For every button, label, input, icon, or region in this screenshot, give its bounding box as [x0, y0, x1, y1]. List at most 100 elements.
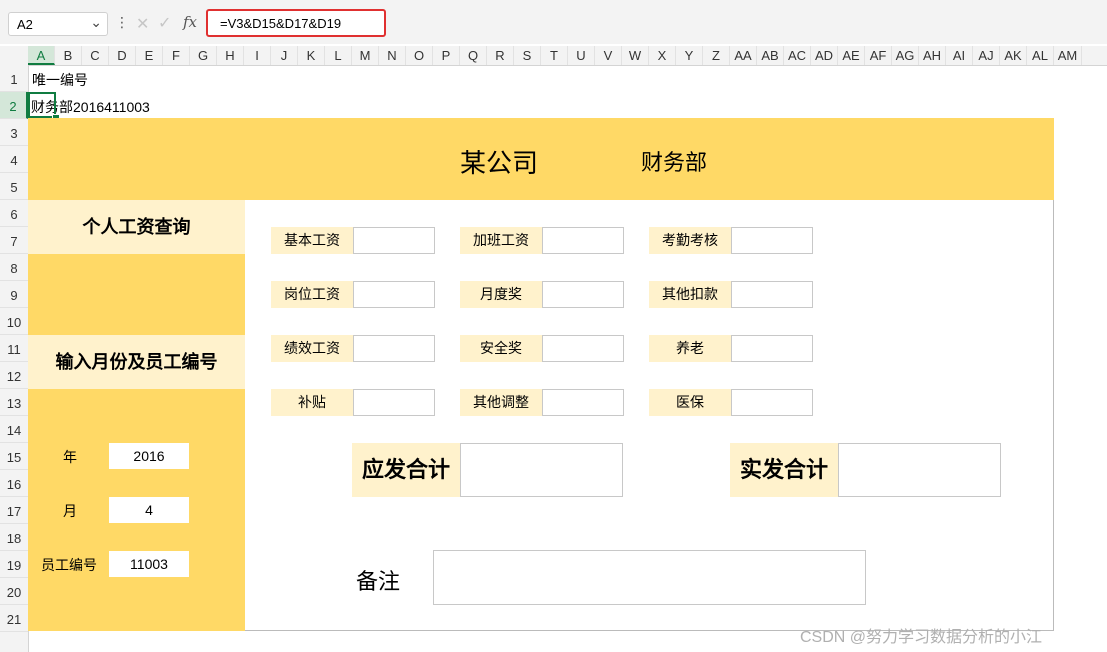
month-input[interactable]: 4	[109, 497, 189, 523]
row-header-14[interactable]: 14	[0, 416, 28, 443]
salary-item-label: 岗位工资	[271, 281, 353, 308]
remark-input[interactable]	[433, 550, 866, 605]
row-header-20[interactable]: 20	[0, 578, 28, 605]
row-header-16[interactable]: 16	[0, 470, 28, 497]
column-header-b[interactable]: B	[55, 46, 82, 65]
column-header-y[interactable]: Y	[676, 46, 703, 65]
column-header-ac[interactable]: AC	[784, 46, 811, 65]
column-header-q[interactable]: Q	[460, 46, 487, 65]
column-header-i[interactable]: I	[244, 46, 271, 65]
row-header-5[interactable]: 5	[0, 173, 28, 200]
column-header-r[interactable]: R	[487, 46, 514, 65]
column-header-d[interactable]: D	[109, 46, 136, 65]
row-header-3[interactable]: 3	[0, 119, 28, 146]
employee-id-input[interactable]: 11003	[109, 551, 189, 577]
year-input[interactable]: 2016	[109, 443, 189, 469]
chevron-down-icon[interactable]: ⌄	[90, 14, 102, 31]
year-label: 年	[63, 449, 77, 465]
row-header-15[interactable]: 15	[0, 443, 28, 470]
row-header-13[interactable]: 13	[0, 389, 28, 416]
insert-function-icon[interactable]: fx	[183, 13, 197, 31]
header-band	[28, 118, 1054, 200]
row-header-17[interactable]: 17	[0, 497, 28, 524]
column-header-u[interactable]: U	[568, 46, 595, 65]
row-header-6[interactable]: 6	[0, 200, 28, 227]
salary-item-label: 月度奖	[460, 281, 542, 308]
salary-item-value[interactable]	[731, 227, 813, 254]
watermark: CSDN @努力学习数据分析的小江	[800, 629, 1043, 646]
row-header-8[interactable]: 8	[0, 254, 28, 281]
row-header-9[interactable]: 9	[0, 281, 28, 308]
column-header-w[interactable]: W	[622, 46, 649, 65]
column-header-al[interactable]: AL	[1027, 46, 1054, 65]
column-header-s[interactable]: S	[514, 46, 541, 65]
row-header: 1 2 3 4 5 6 7 8 9 10 11 12 13 14 15 16 17 18 19 20 21	[0, 65, 29, 652]
column-header-k[interactable]: K	[298, 46, 325, 65]
salary-item-value[interactable]	[353, 389, 435, 416]
department-name: 财务部	[641, 150, 708, 175]
column-header-ad[interactable]: AD	[811, 46, 838, 65]
column-header-f[interactable]: F	[163, 46, 190, 65]
cancel-icon[interactable]: ✕	[136, 14, 149, 34]
salary-item-label: 基本工资	[271, 227, 353, 254]
cell-a1[interactable]: 唯一编号	[32, 70, 88, 90]
salary-item-value[interactable]	[542, 335, 624, 362]
more-options-icon[interactable]: ⋮	[115, 14, 129, 31]
gross-pay-label: 应发合计	[352, 443, 460, 497]
column-header-o[interactable]: O	[406, 46, 433, 65]
row-header-4[interactable]: 4	[0, 146, 28, 173]
salary-item-value[interactable]	[542, 281, 624, 308]
row-header-1[interactable]: 1	[0, 65, 28, 92]
salary-item-value[interactable]	[731, 281, 813, 308]
gross-pay-value[interactable]	[460, 443, 623, 497]
name-box[interactable]: A2 ⌄	[8, 12, 108, 36]
column-header-ae[interactable]: AE	[838, 46, 865, 65]
column-header-ai[interactable]: AI	[946, 46, 973, 65]
salary-item-value[interactable]	[353, 281, 435, 308]
salary-item-value[interactable]	[353, 335, 435, 362]
salary-item-value[interactable]	[353, 227, 435, 254]
column-header-ag[interactable]: AG	[892, 46, 919, 65]
name-box-value: A2	[17, 17, 33, 32]
column-header-aj[interactable]: AJ	[973, 46, 1000, 65]
salary-item-label: 绩效工资	[271, 335, 353, 362]
column-header-x[interactable]: X	[649, 46, 676, 65]
column-header-ah[interactable]: AH	[919, 46, 946, 65]
row-header-7[interactable]: 7	[0, 227, 28, 254]
column-header-j[interactable]: J	[271, 46, 298, 65]
formula-input[interactable]: =V3&D15&D17&D19	[206, 9, 386, 37]
row-header-12[interactable]: 12	[0, 362, 28, 389]
column-header-a[interactable]: A	[28, 46, 55, 65]
company-name: 某公司	[460, 148, 539, 178]
column-header-ab[interactable]: AB	[757, 46, 784, 65]
column-header-n[interactable]: N	[379, 46, 406, 65]
salary-item-value[interactable]	[731, 335, 813, 362]
column-header-g[interactable]: G	[190, 46, 217, 65]
column-header-v[interactable]: V	[595, 46, 622, 65]
column-header-aa[interactable]: AA	[730, 46, 757, 65]
column-header-e[interactable]: E	[136, 46, 163, 65]
column-header-c[interactable]: C	[82, 46, 109, 65]
column-header-h[interactable]: H	[217, 46, 244, 65]
row-header-10[interactable]: 10	[0, 308, 28, 335]
salary-item-value[interactable]	[542, 389, 624, 416]
salary-item-value[interactable]	[731, 389, 813, 416]
column-header-ak[interactable]: AK	[1000, 46, 1027, 65]
net-pay-value[interactable]	[838, 443, 1001, 497]
column-header-l[interactable]: L	[325, 46, 352, 65]
column-header-p[interactable]: P	[433, 46, 460, 65]
row-header-18[interactable]: 18	[0, 524, 28, 551]
net-pay-label: 实发合计	[730, 443, 838, 497]
salary-item-value[interactable]	[542, 227, 624, 254]
salary-item-label: 其他扣款	[649, 281, 731, 308]
row-header-19[interactable]: 19	[0, 551, 28, 578]
check-icon[interactable]: ✓	[158, 13, 171, 33]
row-header-11[interactable]: 11	[0, 335, 28, 362]
column-header-z[interactable]: Z	[703, 46, 730, 65]
column-header-af[interactable]: AF	[865, 46, 892, 65]
column-header-t[interactable]: T	[541, 46, 568, 65]
column-header-m[interactable]: M	[352, 46, 379, 65]
row-header-21[interactable]: 21	[0, 605, 28, 632]
row-header-2[interactable]: 2	[0, 92, 28, 119]
column-header-am[interactable]: AM	[1054, 46, 1082, 65]
